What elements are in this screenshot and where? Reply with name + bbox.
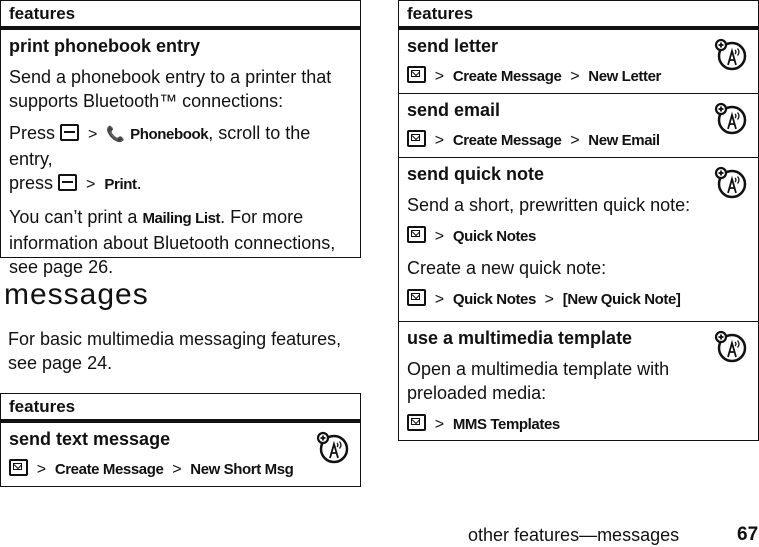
menu-path: > Quick Notes > [New Quick Note] xyxy=(407,288,750,311)
separator: > xyxy=(570,68,580,85)
feature-title: send quick note xyxy=(407,164,545,184)
menu-item: Quick Notes xyxy=(452,228,537,245)
running-title: other features—messages xyxy=(468,525,680,545)
feature-row-print-phonebook-entry: print phonebook entry Send a phonebook e… xyxy=(1,30,360,285)
table-header: features xyxy=(399,1,758,30)
feature-instruction: Press > 📞 Phonebook, scroll to the entry… xyxy=(9,121,352,197)
instruction-text: press xyxy=(9,173,54,193)
feature-row-use-multimedia-template: use a multimedia template Open a multime… xyxy=(399,322,758,442)
menu-item: Create Message xyxy=(452,132,562,149)
instruction-text: . xyxy=(136,173,142,193)
message-key-icon xyxy=(9,459,28,476)
menu-item-print: Print xyxy=(104,176,137,193)
mailing-list-term: Mailing List xyxy=(142,210,221,227)
messages-features-table: features send letter > Create Message > … xyxy=(398,0,759,441)
table-header: features xyxy=(1,1,360,30)
menu-item: New Short Msg xyxy=(190,461,294,478)
feature-row-send-quick-note: send quick note Send a short, prewritten… xyxy=(399,158,758,322)
separator: > xyxy=(434,228,445,245)
menu-path: > Create Message > New Short Msg xyxy=(9,458,352,481)
page-number: 67 xyxy=(737,524,759,545)
feature-description: Open a multimedia template with preloade… xyxy=(407,359,670,403)
menu-item: New Letter xyxy=(588,68,661,85)
menu-item: New Email xyxy=(588,132,660,149)
message-key-icon xyxy=(407,289,426,306)
menu-item: Create Message xyxy=(54,461,164,478)
menu-key-icon xyxy=(60,124,80,141)
feature-description: Send a phonebook entry to a printer that… xyxy=(9,67,332,111)
menu-path: > MMS Templates xyxy=(407,413,750,436)
feature-description: Send a short, prewritten quick note: xyxy=(407,195,691,215)
section-intro: For basic multimedia messaging features,… xyxy=(8,329,342,373)
feature-title: use a multimedia template xyxy=(407,328,633,348)
menu-item: MMS Templates xyxy=(452,416,560,433)
menu-path: > Create Message > New Email xyxy=(407,129,750,152)
message-key-icon xyxy=(407,414,426,431)
feature-note: You can’t print a Mailing List. For more… xyxy=(9,205,352,279)
section-heading: messages xyxy=(4,278,149,311)
separator: > xyxy=(434,291,445,308)
menu-item: [New Quick Note] xyxy=(562,291,681,308)
menu-item: Quick Notes xyxy=(452,291,537,308)
network-dependent-feature-icon xyxy=(714,330,748,364)
network-dependent-feature-icon xyxy=(714,102,748,136)
separator: > xyxy=(36,461,47,478)
menu-key-icon xyxy=(58,174,78,191)
table-header: features xyxy=(1,394,360,423)
message-key-icon xyxy=(407,130,426,147)
separator: > xyxy=(544,291,555,308)
menu-path: > Quick Notes xyxy=(407,225,750,248)
feature-row-send-text-message: send text message > Create Message > New… xyxy=(1,423,360,487)
menu-item: Create Message xyxy=(452,68,562,85)
menu-path: > Create Message > New Letter xyxy=(407,65,750,88)
instruction-text: Press xyxy=(9,123,56,143)
feature-title: send letter xyxy=(407,36,499,56)
feature-title: send email xyxy=(407,100,501,120)
separator: > xyxy=(434,68,445,85)
message-key-icon xyxy=(407,66,426,83)
feature-title: send text message xyxy=(9,429,171,449)
feature-title: print phonebook entry xyxy=(9,36,200,56)
feature-description: Create a new quick note: xyxy=(407,258,607,278)
network-dependent-feature-icon xyxy=(714,166,748,200)
send-text-message-table: features send text message > Create Mess… xyxy=(0,393,361,487)
separator: > xyxy=(88,126,98,143)
network-dependent-feature-icon xyxy=(316,431,350,465)
network-dependent-feature-icon xyxy=(714,38,748,72)
separator: > xyxy=(172,461,182,478)
phonebook-icon: 📞 xyxy=(106,126,126,143)
separator: > xyxy=(570,132,580,149)
separator: > xyxy=(434,416,445,433)
note-text: You can’t print a xyxy=(9,207,138,227)
separator: > xyxy=(434,132,445,149)
message-key-icon xyxy=(407,226,426,243)
feature-row-send-letter: send letter > Create Message > New Lette… xyxy=(399,30,758,94)
separator: > xyxy=(86,176,96,193)
feature-row-send-email: send email > Create Message > New Email xyxy=(399,94,758,158)
print-phonebook-table: features print phonebook entry Send a ph… xyxy=(0,0,361,277)
menu-item-phonebook: Phonebook xyxy=(130,126,209,143)
